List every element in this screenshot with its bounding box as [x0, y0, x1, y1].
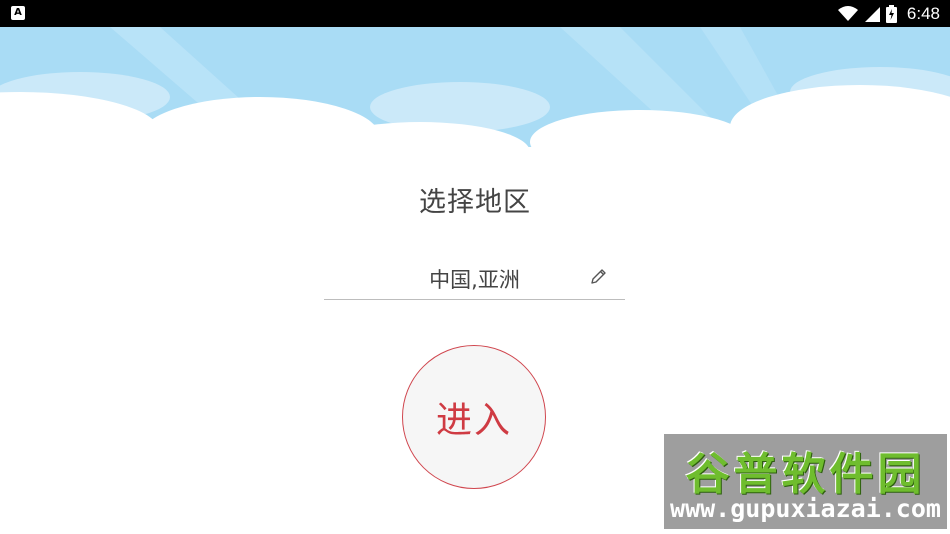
sky-cloud-header: [0, 27, 950, 167]
status-bar: A 6:48: [0, 0, 950, 27]
watermark: 谷普软件园 www.gupuxiazai.com: [664, 434, 947, 529]
enter-button[interactable]: 进入: [402, 345, 546, 489]
enter-button-label: 进入: [435, 400, 512, 441]
page-title: 选择地区: [419, 187, 531, 218]
region-value: 中国,亚洲: [429, 268, 520, 292]
signal-icon: [864, 6, 880, 22]
pencil-icon[interactable]: [589, 266, 609, 286]
wifi-icon: [837, 5, 858, 21]
watermark-url: www.gupuxiazai.com: [670, 494, 941, 523]
status-icons: 6:48: [837, 0, 940, 27]
status-time: 6:48: [906, 3, 940, 23]
battery-icon: [885, 4, 897, 23]
region-field[interactable]: 中国,亚洲: [324, 256, 625, 300]
notification-a-icon: A: [11, 6, 25, 20]
watermark-name: 谷普软件园: [685, 449, 926, 500]
